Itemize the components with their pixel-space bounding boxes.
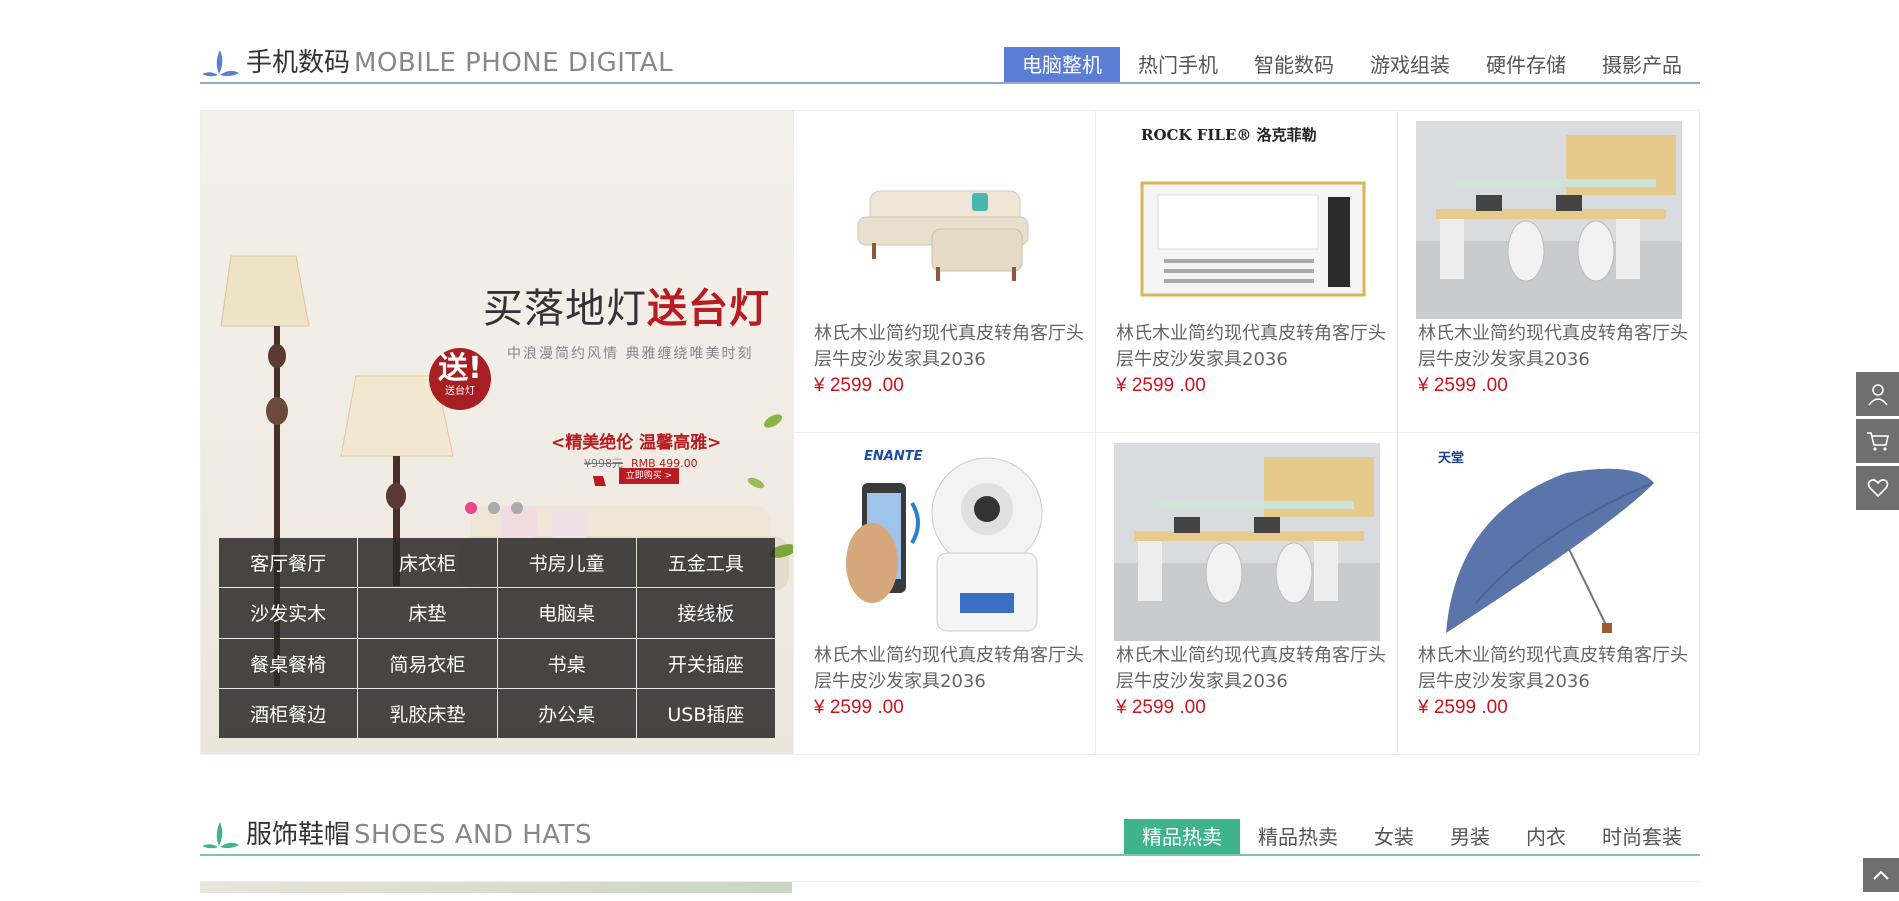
product-price: ¥ 2599 .00	[1418, 696, 1508, 718]
section-underline	[200, 82, 1700, 84]
tab-mens[interactable]: 男装	[1432, 819, 1508, 856]
banner-subline: 中浪漫简约风情 典雅缠绕唯美时刻	[507, 346, 754, 362]
tab-smart-digital[interactable]: 智能数码	[1236, 47, 1352, 84]
category-item[interactable]: 五金工具	[636, 538, 775, 588]
tab-fashion-sets[interactable]: 时尚套装	[1584, 819, 1700, 856]
chevron-up-icon	[1873, 870, 1889, 880]
banner-image-partial	[200, 882, 792, 893]
bathroom-heater-image	[1140, 181, 1366, 297]
tab-computer[interactable]: 电脑整机	[1004, 47, 1120, 84]
product-card[interactable]: 林氏木业简约现代真皮转角客厅头层牛皮沙发家具2036 ¥ 2599 .00	[793, 111, 1095, 433]
sofa-image	[857, 190, 1029, 281]
category-item[interactable]: USB插座	[636, 688, 775, 738]
tab-hardware-storage[interactable]: 硬件存储	[1468, 47, 1584, 84]
product-panel-partial	[200, 881, 1700, 901]
section-header: 服饰鞋帽 SHOES AND HATS 精品热卖 精品热卖 女装 男装 内衣 时尚…	[200, 814, 1700, 856]
section-title-en: MOBILE PHONE DIGITAL	[354, 48, 674, 78]
category-item[interactable]: 书桌	[497, 638, 636, 688]
product-name: 林氏木业简约现代真皮转角客厅头层牛皮沙发家具2036	[1116, 323, 1386, 370]
brand-leaf-icon	[202, 50, 239, 77]
category-item[interactable]: 书房儿童	[497, 538, 636, 588]
section-title: 服饰鞋帽 SHOES AND HATS	[246, 819, 592, 851]
product-card[interactable]: ENANTE 林氏木业简约现代真皮转角客厅头层牛皮沙发家具2036 ¥ 2599…	[793, 432, 1095, 754]
cart-icon	[1866, 432, 1889, 451]
product-name: 林氏木业简约现代真皮转角客厅头层牛皮沙发家具2036	[1418, 644, 1688, 692]
buy-now-button[interactable]: 立即购买 >	[619, 468, 679, 484]
category-item[interactable]: 接线板	[636, 588, 775, 638]
product-card[interactable]: 天堂 林氏木业简约现代真皮转角客厅头层牛皮沙发家具2036 ¥ 2599 .00	[1397, 432, 1699, 754]
category-item[interactable]: 酒柜餐边	[219, 688, 358, 738]
category-item[interactable]: 电脑桌	[497, 588, 636, 638]
product-card[interactable]: 林氏木业简约现代真皮转角客厅头层牛皮沙发家具2036 ¥ 2599 .00	[1095, 432, 1397, 754]
section-tabs: 精品热卖 精品热卖 女装 男装 内衣 时尚套装	[1124, 819, 1700, 856]
category-item[interactable]: 餐桌餐椅	[219, 638, 358, 688]
section-title-cn: 服饰鞋帽	[246, 820, 351, 850]
banner-headline: 买落地灯送台灯	[483, 276, 770, 334]
product-name: 林氏木业简约现代真皮转角客厅头层牛皮沙发家具2036	[814, 323, 1084, 370]
brand-logo-rock-file: ROCK FILE® 洛克菲勒	[1141, 126, 1317, 144]
back-to-top-button[interactable]	[1863, 858, 1899, 892]
tab-featured-hot[interactable]: 精品热卖	[1124, 819, 1240, 856]
brand-logo-enante: ENANTE	[864, 448, 923, 464]
banner-headline-main: 买落地灯	[483, 286, 647, 332]
product-card[interactable]: 林氏木业简约现代真皮转角客厅头层牛皮沙发家具2036 ¥ 2599 .00	[1397, 111, 1699, 433]
tab-photography[interactable]: 摄影产品	[1584, 47, 1700, 84]
favorites-button[interactable]	[1856, 466, 1899, 510]
carousel-dots	[465, 502, 523, 514]
section-title-cn: 手机数码	[246, 48, 351, 78]
umbrella-image	[1446, 468, 1654, 633]
office-desk-image	[1416, 121, 1682, 319]
floating-sidebar	[1856, 372, 1899, 513]
product-name: 林氏木业简约现代真皮转角客厅头层牛皮沙发家具2036	[1116, 644, 1386, 692]
tab-featured-hot-2[interactable]: 精品热卖	[1240, 819, 1356, 856]
gift-badge: 送! 送台灯	[429, 348, 491, 410]
banner-headline-highlight: 送台灯	[647, 285, 770, 332]
product-name: 林氏木业简约现代真皮转角客厅头层牛皮沙发家具2036	[814, 644, 1084, 692]
category-grid: 客厅餐厅 床衣柜 书房儿童 五金工具 沙发实木 床垫 电脑桌 接线板 餐桌餐椅 …	[219, 538, 775, 738]
user-button[interactable]	[1856, 372, 1899, 416]
office-desk-image	[1114, 442, 1380, 641]
tab-womens[interactable]: 女装	[1356, 819, 1432, 856]
brand-leaf-icon	[202, 822, 239, 849]
product-panel: 买落地灯送台灯 中浪漫简约风情 典雅缠绕唯美时刻 送! 送台灯 <精美绝伦 温馨…	[200, 110, 1700, 755]
carousel-dot-1[interactable]	[465, 502, 477, 514]
gift-badge-small: 送台灯	[445, 386, 475, 397]
cart-button[interactable]	[1856, 419, 1899, 463]
section-title-en: SHOES AND HATS	[354, 820, 592, 850]
gift-badge-big: 送!	[438, 351, 482, 386]
category-item[interactable]: 床衣柜	[358, 538, 497, 588]
product-grid: 林氏木业简约现代真皮转角客厅头层牛皮沙发家具2036 ¥ 2599 .00 RO…	[793, 111, 1699, 754]
section-title: 手机数码 MOBILE PHONE DIGITAL	[246, 47, 673, 79]
category-item[interactable]: 办公桌	[497, 688, 636, 738]
tab-hot-phones[interactable]: 热门手机	[1120, 47, 1236, 84]
banner-old-price: ¥998元	[584, 457, 623, 470]
banner-promo: <精美绝伦 温馨高雅>	[551, 433, 722, 453]
section-underline	[200, 854, 1700, 856]
section-tabs: 电脑整机 热门手机 智能数码 游戏组装 硬件存储 摄影产品	[1004, 47, 1700, 84]
product-price: ¥ 2599 .00	[1116, 696, 1206, 718]
product-price: ¥ 2599 .00	[814, 696, 904, 718]
category-item[interactable]: 客厅餐厅	[219, 538, 358, 588]
product-price: ¥ 2599 .00	[1418, 375, 1508, 396]
promo-banner[interactable]: 买落地灯送台灯 中浪漫简约风情 典雅缠绕唯美时刻 送! 送台灯 <精美绝伦 温馨…	[201, 111, 793, 754]
category-item[interactable]: 沙发实木	[219, 588, 358, 638]
section-header: 手机数码 MOBILE PHONE DIGITAL 电脑整机 热门手机 智能数码 …	[200, 42, 1700, 84]
category-item[interactable]: 床垫	[358, 588, 497, 638]
carousel-dot-2[interactable]	[488, 502, 500, 514]
category-item[interactable]: 乳胶床垫	[358, 688, 497, 738]
product-price: ¥ 2599 .00	[814, 375, 904, 396]
brand-logo-tiantang: 天堂	[1438, 450, 1465, 466]
category-item[interactable]: 简易衣柜	[358, 638, 497, 688]
carousel-dot-3[interactable]	[511, 502, 523, 514]
heart-icon	[1867, 479, 1888, 498]
product-price: ¥ 2599 .00	[1116, 375, 1206, 396]
ip-camera-image	[846, 457, 1043, 631]
tab-underwear[interactable]: 内衣	[1508, 819, 1584, 856]
product-name: 林氏木业简约现代真皮转角客厅头层牛皮沙发家具2036	[1418, 323, 1688, 370]
category-item[interactable]: 开关插座	[636, 638, 775, 688]
user-icon	[1867, 384, 1888, 406]
tab-game-builds[interactable]: 游戏组装	[1352, 47, 1468, 84]
product-card[interactable]: ROCK FILE® 洛克菲勒 林氏木业简约现代真皮转角客厅头层牛皮沙发家具20…	[1095, 111, 1397, 433]
